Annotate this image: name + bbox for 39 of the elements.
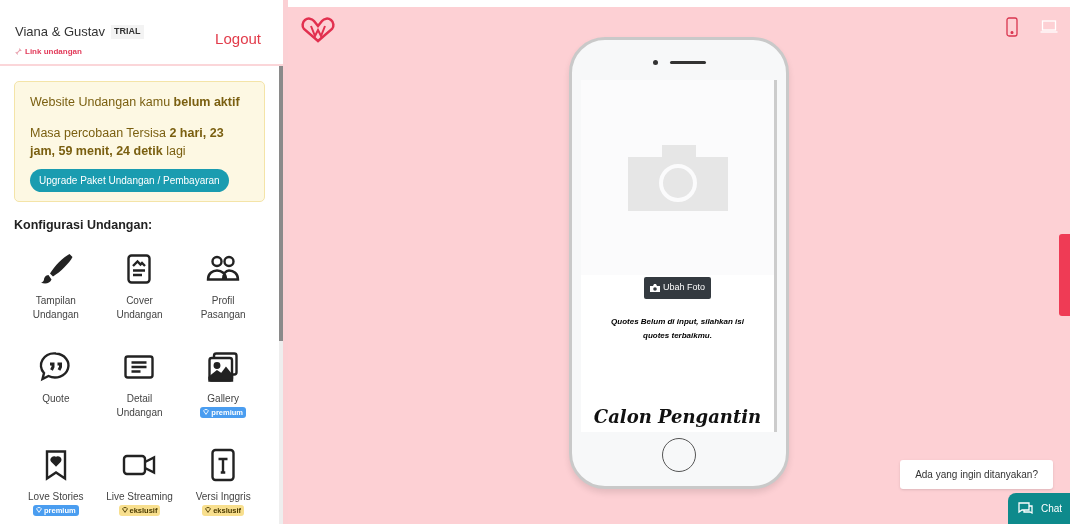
diamond-icon xyxy=(203,409,210,416)
config-item[interactable]: Quote xyxy=(14,348,98,433)
invitation-link[interactable]: Link undangan xyxy=(15,45,144,58)
chat-icon xyxy=(1018,501,1033,516)
chat-button[interactable]: Chat xyxy=(1008,493,1070,524)
scrollbar-thumb[interactable] xyxy=(279,66,283,341)
side-tab[interactable] xyxy=(1059,234,1070,316)
speaker-grille xyxy=(669,60,706,64)
hearts-logo xyxy=(300,17,336,43)
config-label: Profil Pasangan xyxy=(199,293,247,322)
config-item[interactable]: Detail Undangan xyxy=(97,348,182,433)
config-label: Cover Undangan xyxy=(115,293,164,322)
config-label: Live Streaming xyxy=(105,489,174,504)
config-label: Versi Inggris xyxy=(194,489,252,504)
status-text: Website Undangan kamu belum aktif xyxy=(30,94,241,111)
change-photo-button[interactable]: Ubah Foto xyxy=(644,277,711,299)
trial-text: Masa percobaan Tersisa 2 hari, 23 jam, 59 menit, 24 detik lagi xyxy=(30,124,225,160)
quote-text: Quotes Belum di input, silahkan isi quotes terbaikmu. xyxy=(610,315,745,342)
config-label: Gallery xyxy=(206,391,240,406)
phone-view-icon[interactable] xyxy=(1006,17,1018,37)
plan-badge: TRIAL xyxy=(111,25,144,39)
section-title: Konfigurasi Undangan: xyxy=(14,216,154,234)
config-item[interactable]: Tampilan Undangan xyxy=(14,250,98,335)
config-label: Detail Undangan xyxy=(115,391,164,420)
diamond-icon xyxy=(36,507,42,514)
link-icon xyxy=(15,48,22,55)
diamond-icon xyxy=(205,507,212,514)
camera-icon xyxy=(650,283,660,292)
couple-name: Viana & Gustav xyxy=(15,23,106,41)
couple-heading: Calon Pengantin xyxy=(593,405,762,429)
config-item[interactable]: Profil Pasangan xyxy=(181,250,265,335)
laptop-view-icon[interactable] xyxy=(1040,19,1058,35)
config-label: Love Stories xyxy=(27,489,85,504)
logout-button[interactable]: Logout xyxy=(215,28,261,51)
chat-prompt: Ada yang ingin ditanyakan? xyxy=(900,460,1053,489)
diamond-icon xyxy=(121,507,128,514)
config-label: Quote xyxy=(41,391,71,406)
config-label: Tampilan Undangan xyxy=(31,293,80,322)
config-item[interactable]: Cover Undangan xyxy=(97,250,182,335)
